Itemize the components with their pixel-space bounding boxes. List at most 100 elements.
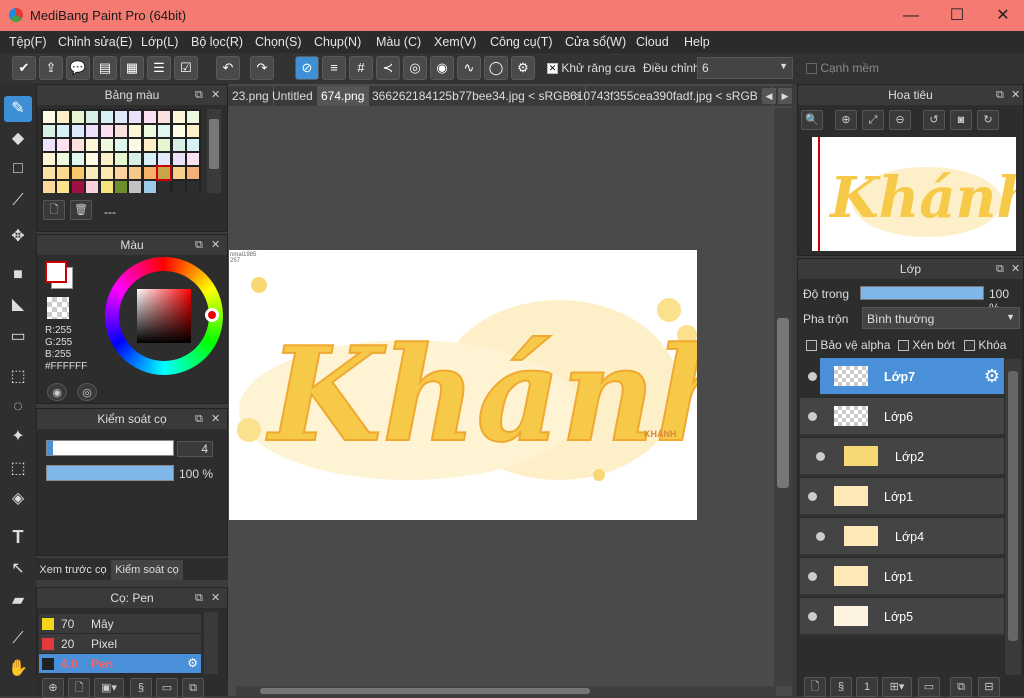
soft-edge-checkbox[interactable]: Cạnh mềm — [806, 61, 879, 75]
layer-row[interactable]: Lớp7 ⚙ — [808, 358, 1004, 396]
layer-row[interactable]: Lớp5 — [800, 598, 1004, 636]
popout-icon[interactable]: ⧉ — [195, 85, 203, 105]
rect-select-tool-icon[interactable]: ⬚ — [4, 364, 32, 390]
eyedropper-tool-icon[interactable]: ⟋ — [4, 626, 32, 652]
zoom-actual-icon[interactable]: 🔍 — [801, 110, 823, 130]
eraser-tool-icon[interactable]: ◆ — [4, 126, 32, 152]
canvas-horizontal-scrollbar[interactable] — [236, 686, 776, 696]
palette-swatch[interactable] — [57, 125, 70, 137]
menu-layer[interactable]: Lớp(L) — [141, 35, 178, 49]
close-icon[interactable]: ✕ — [211, 235, 220, 255]
redo-icon[interactable]: ↷ — [250, 56, 274, 80]
brush-copy-icon[interactable]: ⧉ — [182, 678, 204, 698]
brush-tool-icon[interactable]: ✎ — [4, 96, 32, 122]
palette-swatch[interactable] — [143, 167, 156, 179]
palette-swatch[interactable] — [57, 181, 70, 193]
artboard[interactable]: Khánh KHÁNH nmai1985 257 — [229, 250, 697, 520]
tab-brush-preview[interactable]: Xem trước cọ — [37, 560, 109, 580]
palette-swatch[interactable] — [86, 125, 99, 137]
tab-23png[interactable]: 23.png — [228, 86, 274, 106]
clip-checkbox[interactable]: Xén bớt — [898, 338, 955, 352]
close-icon[interactable]: ✕ — [211, 588, 220, 608]
rectangle-tool-icon[interactable]: □ — [4, 156, 32, 182]
radial-snap-icon[interactable]: ≺ — [376, 56, 400, 80]
palette-swatch[interactable] — [86, 153, 99, 165]
palette-swatch[interactable] — [86, 111, 99, 123]
palette-swatch[interactable] — [158, 111, 171, 123]
brush-opacity-slider[interactable] — [46, 465, 174, 481]
ellipse-snap-icon[interactable]: ◯ — [484, 56, 508, 80]
text-tool-icon[interactable]: T — [4, 524, 32, 550]
duplicate-layer-icon[interactable]: ⧉ — [950, 677, 972, 697]
palette-swatch[interactable] — [71, 125, 84, 137]
visibility-eye-icon[interactable] — [808, 572, 817, 581]
reset-rotation-icon[interactable]: ◙ — [950, 110, 972, 130]
canvas-hscroll-thumb[interactable] — [260, 688, 590, 694]
palette-swatch[interactable] — [129, 139, 142, 151]
rotate-right-icon[interactable]: ↻ — [977, 110, 999, 130]
color-wheel-icon[interactable]: ◉ — [47, 383, 67, 401]
palette-swatch[interactable] — [71, 181, 84, 193]
palette-swatch[interactable] — [57, 153, 70, 165]
palette-swatch[interactable] — [86, 167, 99, 179]
palette-swatch[interactable] — [172, 181, 185, 193]
palette-swatch[interactable] — [100, 181, 113, 193]
transparent-color-swatch[interactable] — [47, 297, 69, 319]
parallel-snap-icon[interactable]: ≡ — [322, 56, 346, 80]
palette-swatch[interactable] — [115, 153, 127, 165]
zoom-in-icon[interactable]: ⊕ — [835, 110, 857, 130]
snap-settings-icon[interactable]: ⚙ — [511, 56, 535, 80]
palette-swatch[interactable] — [143, 153, 156, 165]
popout-icon[interactable]: ⧉ — [996, 85, 1004, 105]
brush-size-slider[interactable] — [46, 440, 174, 456]
new-palette-icon[interactable]: 🗋 — [43, 200, 65, 220]
antialias-checkbox[interactable]: ✕ Khử răng cưa — [547, 61, 635, 75]
palette-swatch[interactable] — [86, 181, 99, 193]
palette-swatch[interactable] — [115, 139, 127, 151]
palette-swatch[interactable] — [187, 139, 199, 151]
palette-swatch[interactable] — [172, 167, 185, 179]
trash-icon[interactable]: 🗑 — [70, 200, 92, 220]
rotate-left-icon[interactable]: ↺ — [923, 110, 945, 130]
share-icon[interactable]: ⇪ — [39, 56, 63, 80]
fit-icon[interactable]: ⤢ — [862, 110, 884, 130]
palette-swatch[interactable] — [43, 181, 55, 193]
move-tool-icon[interactable]: ✥ — [4, 224, 32, 250]
gear-icon[interactable]: ⚙ — [187, 656, 198, 670]
palette-swatch[interactable] — [71, 111, 84, 123]
palette-swatch[interactable] — [143, 181, 156, 193]
palette-swatch[interactable] — [86, 139, 99, 151]
palette-swatch[interactable] — [156, 165, 173, 181]
layer-row[interactable]: Lớp1 — [800, 478, 1004, 516]
palette-swatch[interactable] — [115, 167, 127, 179]
chat-icon[interactable]: ▤ — [93, 56, 117, 80]
visibility-eye-icon[interactable] — [808, 412, 817, 421]
document-icon[interactable]: ▦ — [120, 56, 144, 80]
circle-snap-icon[interactable]: ◎ — [403, 56, 427, 80]
grid-snap-icon[interactable]: # — [349, 56, 373, 80]
protect-alpha-checkbox[interactable]: Bảo vệ alpha — [806, 338, 890, 352]
palette-swatch[interactable] — [57, 167, 70, 179]
popout-icon[interactable]: ⧉ — [195, 409, 203, 429]
menu-color[interactable]: Màu (C) — [376, 35, 421, 49]
menu-window[interactable]: Cửa sổ(W) — [565, 35, 626, 49]
palette-swatch[interactable] — [158, 139, 171, 151]
close-icon[interactable]: ✕ — [1011, 259, 1020, 279]
palette-swatch[interactable] — [129, 111, 142, 123]
fill-rect-tool-icon[interactable]: ■ — [4, 262, 32, 288]
palette-swatch[interactable] — [143, 139, 156, 151]
tab-610743[interactable]: 610743f355cea390fadf.jpg < sRGB > — [566, 86, 774, 106]
brush-script-icon[interactable]: § — [130, 678, 152, 698]
bucket-tool-icon[interactable]: ◣ — [4, 292, 32, 318]
palette-swatch[interactable] — [143, 125, 156, 137]
visibility-eye-icon[interactable] — [808, 492, 817, 501]
form-icon[interactable]: ☰ — [147, 56, 171, 80]
brush-list-scrollbar[interactable] — [204, 612, 218, 674]
navigator-preview[interactable]: Khánh — [812, 137, 1016, 251]
comment-icon[interactable]: 💬 — [66, 56, 90, 80]
adjust-dropdown[interactable]: 6 ▼ — [697, 57, 793, 79]
brush-item-pixel[interactable]: 20 Pixel — [39, 634, 201, 654]
close-icon[interactable]: ✕ — [1011, 85, 1020, 105]
lock-checkbox[interactable]: Khóa — [964, 338, 1006, 352]
palette-swatch[interactable] — [71, 139, 84, 151]
